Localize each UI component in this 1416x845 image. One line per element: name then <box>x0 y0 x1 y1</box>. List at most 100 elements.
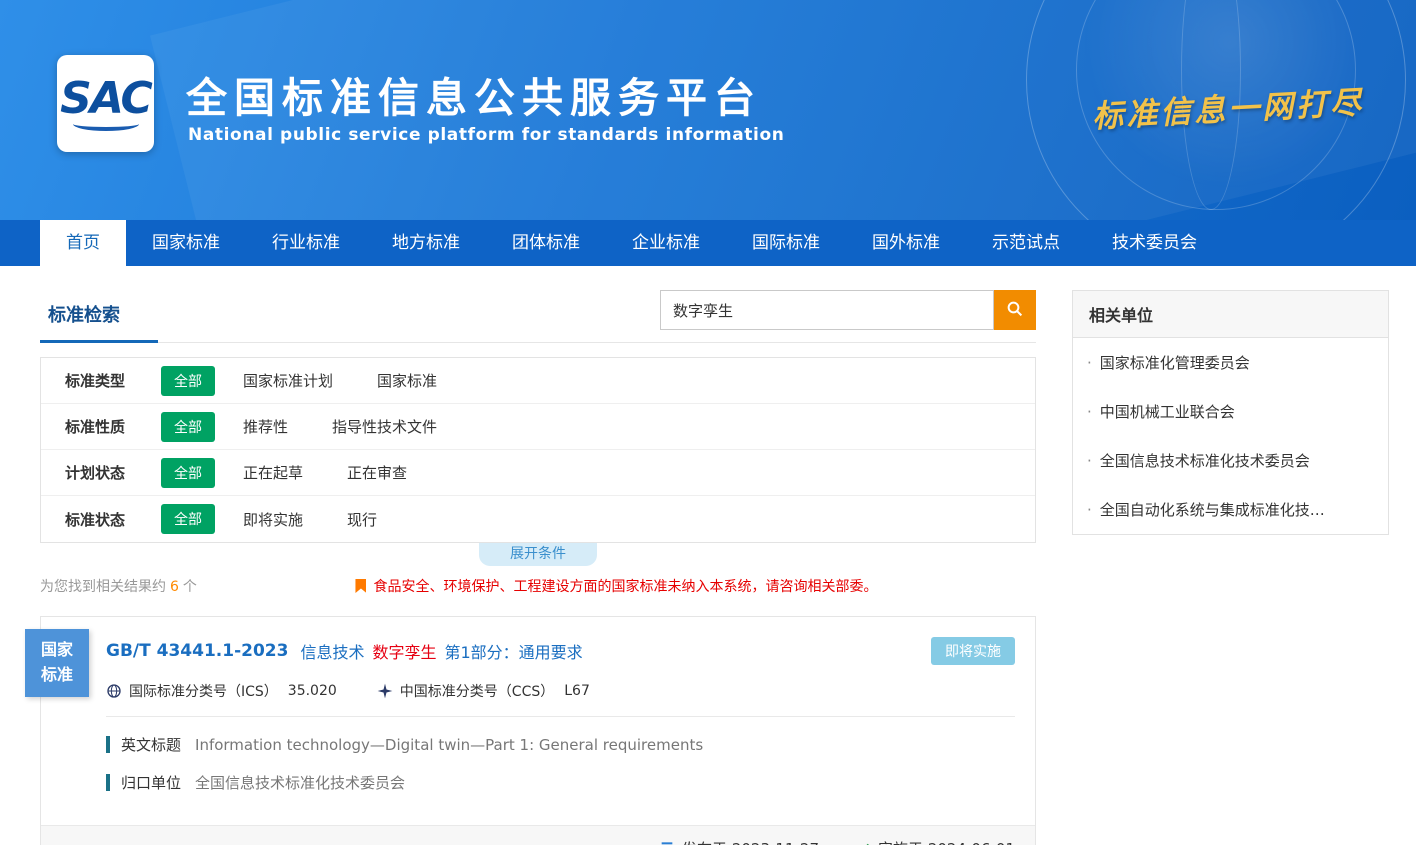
sac-logo-text: SAC <box>60 77 151 121</box>
site-header: SAC 全国标准信息公共服务平台 National public service… <box>0 0 1416 220</box>
implemented-label: 实施于 <box>878 838 923 845</box>
english-title-row: 英文标题 Information technology—Digital twin… <box>106 734 1015 755</box>
search-box <box>660 290 1036 330</box>
results-info-row: 为您找到相关结果约6个 食品安全、环境保护、工程建设方面的国家标准未纳入本系统，… <box>40 576 1036 596</box>
sidebar-item-automation-systems-committee[interactable]: 全国自动化系统与集成标准化技… <box>1073 485 1388 534</box>
standard-type-badge-line2: 标准 <box>25 663 89 688</box>
standard-type-badge-line1: 国家 <box>25 638 89 663</box>
filter-option-guiding-technical-doc[interactable]: 指导性技术文件 <box>332 416 437 437</box>
filter-all-button-plan-status[interactable]: 全部 <box>161 458 215 488</box>
nav-item-enterprise-standards[interactable]: 企业标准 <box>606 220 726 266</box>
search-input[interactable] <box>660 290 994 330</box>
filter-option-national-standard[interactable]: 国家标准 <box>377 370 437 391</box>
search-button[interactable] <box>994 290 1036 330</box>
notice-text: 食品安全、环境保护、工程建设方面的国家标准未纳入本系统，请咨询相关部委。 <box>373 576 877 596</box>
related-units-box: 相关单位 国家标准化管理委员会 中国机械工业联合会 全国信息技术标准化技术委员会… <box>1072 290 1389 535</box>
filter-option-drafting[interactable]: 正在起草 <box>243 462 303 483</box>
nav-item-national-standards[interactable]: 国家标准 <box>126 220 246 266</box>
standard-result-card: 国家 标准 GB/T 43441.1-2023 信息技术 数字孪生 第1部分：通… <box>40 616 1036 845</box>
committee-value: 全国信息技术标准化技术委员会 <box>195 772 405 793</box>
filter-all-button-standard-nature[interactable]: 全部 <box>161 412 215 442</box>
check-icon <box>855 841 871 845</box>
search-icon <box>1006 300 1024 321</box>
classification-row: 国际标准分类号（ICS） 35.020 中国标准分类号（CCS） L67 <box>106 681 1015 701</box>
filter-option-to-be-implemented[interactable]: 即将实施 <box>243 509 303 530</box>
filter-box: 标准类型 全部 国家标准计划 国家标准 标准性质 全部 推荐性 指导性技术文件 … <box>40 357 1036 543</box>
committee-label: 归口单位 <box>121 772 181 793</box>
site-title: 全国标准信息公共服务平台 <box>186 64 762 124</box>
card-body: GB/T 43441.1-2023 信息技术 数字孪生 第1部分：通用要求 即将… <box>41 617 1035 809</box>
filter-label-standard-type: 标准类型 <box>65 370 161 391</box>
publish-icon <box>659 841 675 845</box>
implemented-date-group: 实施于 2024-06-01 <box>855 838 1015 845</box>
sidebar-item-machinery-federation[interactable]: 中国机械工业联合会 <box>1073 387 1388 436</box>
filter-row-standard-type: 标准类型 全部 国家标准计划 国家标准 <box>41 358 1035 404</box>
expand-conditions-button[interactable]: 展开条件 <box>479 543 597 566</box>
published-date: 2023-11-27 <box>732 840 819 845</box>
standard-title-highlight[interactable]: 数字孪生 <box>372 639 436 663</box>
ics-label: 国际标准分类号（ICS） <box>129 681 278 701</box>
related-units-title: 相关单位 <box>1073 291 1388 338</box>
nav-item-local-standards[interactable]: 地方标准 <box>366 220 486 266</box>
filter-label-plan-status: 计划状态 <box>65 462 161 483</box>
section-bar-icon <box>106 774 110 791</box>
result-count: 为您找到相关结果约6个 <box>40 576 197 596</box>
result-count-prefix: 为您找到相关结果约 <box>40 579 166 595</box>
filter-row-standard-nature: 标准性质 全部 推荐性 指导性技术文件 <box>41 404 1035 450</box>
globe-icon <box>106 683 122 699</box>
main-column: 标准检索 标准类型 全部 国家标准计划 国家标准 <box>40 290 1036 845</box>
sidebar-item-sac[interactable]: 国家标准化管理委员会 <box>1073 338 1388 387</box>
result-count-number: 6 <box>170 579 179 595</box>
filter-row-standard-status: 标准状态 全部 即将实施 现行 <box>41 496 1035 542</box>
flag-icon <box>355 579 366 593</box>
nav-item-group-standards[interactable]: 团体标准 <box>486 220 606 266</box>
sac-logo: SAC <box>57 55 154 152</box>
published-label: 发布于 <box>682 838 727 845</box>
nav-item-technical-committees[interactable]: 技术委员会 <box>1086 220 1223 266</box>
main-nav: 首页 国家标准 行业标准 地方标准 团体标准 企业标准 国际标准 国外标准 示范… <box>0 220 1416 266</box>
standard-title-part2[interactable]: 第1部分：通用要求 <box>444 639 582 663</box>
standard-title-part1[interactable]: 信息技术 <box>300 639 364 663</box>
filter-all-button-standard-type[interactable]: 全部 <box>161 366 215 396</box>
sidebar: 相关单位 国家标准化管理委员会 中国机械工业联合会 全国信息技术标准化技术委员会… <box>1072 290 1389 845</box>
nav-item-home[interactable]: 首页 <box>40 220 126 266</box>
standard-type-badge: 国家 标准 <box>25 629 89 697</box>
filter-option-under-review[interactable]: 正在审查 <box>347 462 407 483</box>
standard-title-row: GB/T 43441.1-2023 信息技术 数字孪生 第1部分：通用要求 即将… <box>106 637 1015 665</box>
standard-code-link[interactable]: GB/T 43441.1-2023 <box>106 641 288 661</box>
sidebar-item-it-standardization-committee[interactable]: 全国信息技术标准化技术委员会 <box>1073 436 1388 485</box>
search-section: 标准检索 <box>40 290 1036 343</box>
published-date-group: 发布于 2023-11-27 <box>659 838 819 845</box>
card-footer: 发布于 2023-11-27 实施于 2024-06-01 <box>41 825 1035 845</box>
section-bar-icon <box>106 736 110 753</box>
nav-item-pilot[interactable]: 示范试点 <box>966 220 1086 266</box>
compass-icon <box>377 683 393 699</box>
nav-item-industry-standards[interactable]: 行业标准 <box>246 220 366 266</box>
filter-option-recommended[interactable]: 推荐性 <box>243 416 288 437</box>
ccs-label: 中国标准分类号（CCS） <box>400 681 554 701</box>
card-divider <box>106 716 1015 717</box>
implemented-date: 2024-06-01 <box>928 840 1015 845</box>
committee-row: 归口单位 全国信息技术标准化技术委员会 <box>106 772 1015 793</box>
page-title: 标准检索 <box>40 293 158 343</box>
filter-all-button-standard-status[interactable]: 全部 <box>161 504 215 534</box>
filter-row-plan-status: 计划状态 全部 正在起草 正在审查 <box>41 450 1035 496</box>
system-notice: 食品安全、环境保护、工程建设方面的国家标准未纳入本系统，请咨询相关部委。 <box>355 576 877 596</box>
filter-label-standard-nature: 标准性质 <box>65 416 161 437</box>
result-count-suffix: 个 <box>183 579 197 595</box>
english-title-value: Information technology—Digital twin—Part… <box>195 736 703 754</box>
filter-label-standard-status: 标准状态 <box>65 509 161 530</box>
nav-item-international-standards[interactable]: 国际标准 <box>726 220 846 266</box>
english-title-label: 英文标题 <box>121 734 181 755</box>
status-badge: 即将实施 <box>931 637 1015 665</box>
ccs-group: 中国标准分类号（CCS） L67 <box>377 681 590 701</box>
ccs-value: L67 <box>564 683 590 699</box>
ics-value: 35.020 <box>288 683 337 699</box>
site-subtitle: National public service platform for sta… <box>188 125 784 145</box>
filter-option-national-standard-plan[interactable]: 国家标准计划 <box>243 370 333 391</box>
ics-group: 国际标准分类号（ICS） 35.020 <box>106 681 337 701</box>
page-content: 标准检索 标准类型 全部 国家标准计划 国家标准 <box>0 266 1416 845</box>
nav-item-foreign-standards[interactable]: 国外标准 <box>846 220 966 266</box>
filter-option-current[interactable]: 现行 <box>347 509 377 530</box>
sac-logo-swoosh-icon <box>73 117 139 131</box>
